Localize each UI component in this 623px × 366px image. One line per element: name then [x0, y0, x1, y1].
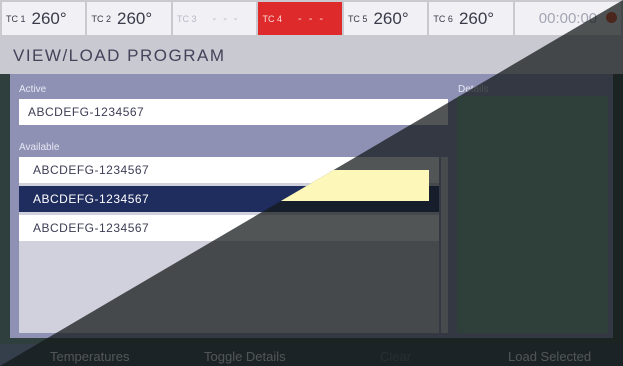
list-item[interactable]: ABCDEFG-1234567	[19, 157, 439, 183]
tc3-label: TC 3	[176, 13, 197, 24]
max-temp-value: 500°F	[466, 263, 504, 279]
details-label: Details	[458, 84, 489, 95]
page-header: VIEW/LOAD PROGRAM	[0, 38, 623, 74]
field-weld-value: EFEFEF	[466, 170, 520, 186]
clock-text: 00:00:00	[538, 10, 598, 27]
active-program-field: ABCDEFG-1234567	[19, 99, 448, 125]
tc2-label: TC 2	[91, 13, 111, 24]
max-temp-key: Max Temperature:	[466, 250, 555, 262]
bakeout-button[interactable]: BAKEOUT	[535, 99, 605, 121]
tc3-value: - - -	[212, 12, 240, 25]
tc6-label: TC 6	[433, 13, 453, 24]
technician-value: Gertrude F. Colbert	[466, 200, 594, 217]
page-title: VIEW/LOAD PROGRAM	[13, 46, 226, 65]
list-item-text: ABCDEFG-1234567	[33, 221, 150, 235]
active-label: Active	[19, 84, 47, 95]
main-panel: Active ABCDEFG-1234567 Available ABCDEFG…	[10, 74, 613, 338]
min-temp-key: Min Temperature:	[466, 281, 552, 293]
tc1-readout[interactable]: TC 1 260°	[2, 2, 86, 35]
field-weld-key: Field Weld #:	[466, 157, 530, 169]
thermocouple-bar: TC 1 260° TC 2 260° TC 3 - - - TC 4 - - …	[0, 0, 623, 38]
tc6-value: 260°	[458, 8, 495, 28]
preheat-button[interactable]: PREHEAT	[460, 99, 527, 121]
tc6-readout[interactable]: TC 6 260°	[429, 2, 513, 35]
tc1-label: TC 1	[6, 13, 26, 24]
active-program-value: ABCDEFG-1234567	[28, 105, 145, 119]
tc1-value: 260°	[31, 8, 67, 28]
tc5-readout[interactable]: TC 5 260°	[343, 2, 428, 35]
program-screen: TC 1 260° TC 2 260° TC 3 - - - TC 4 - - …	[0, 0, 623, 366]
list-item[interactable]: ABCDEFG-1234567	[19, 215, 439, 241]
tc4-readout[interactable]: TC 4 - - -	[258, 2, 342, 35]
details-body: ISO: AAABBBCCCC Field Weld #: EFEFEF Tec…	[466, 126, 606, 312]
status-indicator-icon	[606, 12, 618, 23]
elapsed-clock: 00:00:00	[514, 2, 622, 35]
details-panel: PREHEAT BAKEOUT ISO: AAABBBCCCC Field We…	[457, 96, 608, 333]
list-item-selected[interactable]: ABCDEFG-1234567	[19, 186, 439, 212]
list-item-text: ABCDEFG-1234567	[33, 163, 150, 177]
available-label: Available	[19, 142, 60, 153]
min-temp-value: 200°F	[466, 294, 504, 310]
temperatures-button[interactable]: Temperatures	[50, 349, 129, 364]
target-temp-value: 320°F	[466, 232, 504, 248]
tc5-value: 260°	[373, 8, 409, 28]
bottom-action-bar: Temperatures Toggle Details Clear Load S…	[0, 344, 623, 366]
iso-value: AAABBBCCCC	[466, 138, 570, 155]
toggle-details-button[interactable]: Toggle Details	[204, 349, 286, 364]
list-scrollbar[interactable]	[441, 157, 448, 333]
clear-button[interactable]: Clear	[380, 349, 411, 364]
tc4-label: TC 4	[262, 13, 282, 24]
tc2-readout[interactable]: TC 2 260°	[87, 2, 171, 35]
tc4-value: - - -	[297, 12, 326, 25]
tc5-label: TC 5	[347, 13, 368, 24]
target-temp-key: Target Temperature:	[466, 219, 565, 231]
tc3-readout[interactable]: TC 3 - - -	[172, 2, 257, 35]
load-selected-button[interactable]: Load Selected	[508, 349, 591, 364]
list-item-text: ABCDEFG-1234567	[33, 192, 150, 206]
tc2-value: 260°	[117, 8, 153, 28]
available-program-list: ABCDEFG-1234567 ABCDEFG-1234567 ABCDEFG-…	[19, 157, 439, 333]
